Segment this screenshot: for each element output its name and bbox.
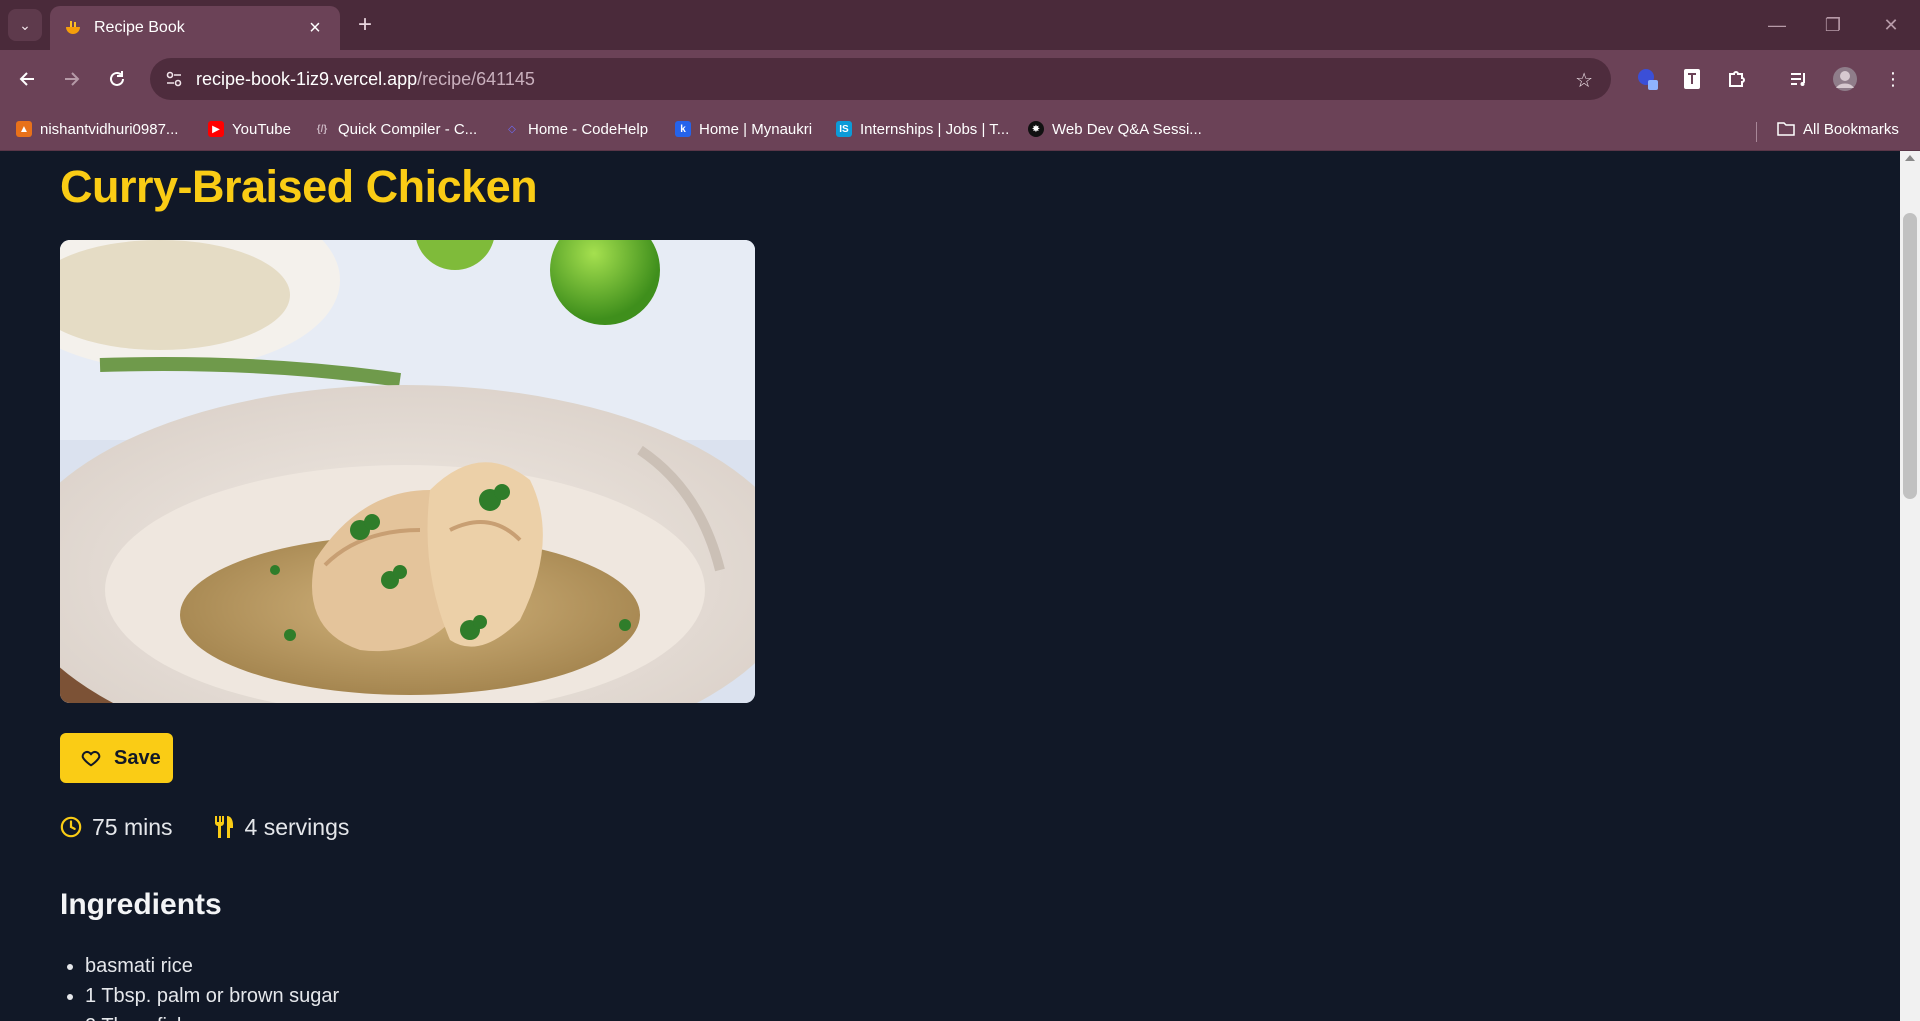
servings-value: 4 servings xyxy=(244,813,350,840)
arrow-right-icon xyxy=(65,72,80,86)
url-text: recipe-book-1iz9.vercel.app/recipe/64114… xyxy=(196,69,535,90)
extension-icon[interactable] xyxy=(1633,64,1663,94)
page-scrollbar[interactable] xyxy=(1900,151,1920,1021)
recipe-book-favicon-icon xyxy=(64,19,82,37)
mynaukri-icon: k xyxy=(675,121,691,137)
recipe-title: Curry-Braised Chicken xyxy=(60,161,538,212)
bookmark-item[interactable]: ◇ Home - CodeHelp xyxy=(504,116,648,142)
bookmark-label: Web Dev Q&A Sessi... xyxy=(1052,120,1202,138)
folder-icon xyxy=(1777,121,1795,137)
bookmarks-bar: ▲ nishantvidhuri0987... ▶ YouTube {/} Qu… xyxy=(0,108,1920,151)
bookmark-item[interactable]: ▲ nishantvidhuri0987... xyxy=(16,116,178,142)
bookmark-label: Quick Compiler - C... xyxy=(338,120,478,138)
bookmarks-divider xyxy=(1756,122,1757,142)
forward-button[interactable] xyxy=(57,64,87,94)
recipe-meta: 75 mins 4 servings xyxy=(60,812,389,842)
save-button[interactable]: Save xyxy=(60,733,173,783)
clock-icon xyxy=(60,816,82,838)
close-window-icon[interactable]: ✕ xyxy=(1876,12,1906,38)
tab-title: Recipe Book xyxy=(94,19,185,36)
text-extension-icon[interactable] xyxy=(1677,64,1707,94)
all-bookmarks-label: All Bookmarks xyxy=(1803,120,1899,138)
back-button[interactable] xyxy=(12,64,42,94)
bookmark-item[interactable]: ▶ YouTube xyxy=(208,116,291,142)
restore-icon[interactable]: ❐ xyxy=(1818,12,1848,38)
cook-time-value: 75 mins xyxy=(92,813,173,840)
servings: 4 servings xyxy=(213,813,350,841)
new-tab-button[interactable]: + xyxy=(352,11,378,38)
recipe-image xyxy=(60,240,755,703)
openai-icon: ✸ xyxy=(1028,121,1044,137)
bookmark-label: Internships | Jobs | T... xyxy=(860,120,1010,138)
reload-icon xyxy=(110,71,124,86)
internshala-icon: IS xyxy=(836,121,852,137)
chevron-down-icon: ⌄ xyxy=(19,16,31,33)
url-path: /recipe/641145 xyxy=(417,68,535,89)
bookmark-star-icon[interactable]: ☆ xyxy=(1575,68,1593,93)
bookmark-label: nishantvidhuri0987... xyxy=(40,120,179,138)
cook-time: 75 mins xyxy=(60,814,173,841)
tab-search-button[interactable]: ⌄ xyxy=(8,9,42,41)
tab-recipe-book[interactable]: Recipe Book × xyxy=(50,6,340,50)
address-bar[interactable]: recipe-book-1iz9.vercel.app/recipe/64114… xyxy=(150,58,1611,100)
scroll-up-arrow-icon[interactable] xyxy=(1905,155,1915,161)
utensils-icon xyxy=(214,816,233,838)
page-content: Curry-Braised Chicken Save 75 mins 4 ser… xyxy=(0,151,1900,1021)
puzzle-extensions-icon[interactable] xyxy=(1722,64,1752,94)
browser-toolbar: recipe-book-1iz9.vercel.app/recipe/64114… xyxy=(0,50,1920,108)
url-host: recipe-book-1iz9.vercel.app xyxy=(196,68,418,89)
bookmark-label: YouTube xyxy=(232,120,291,138)
bookmark-label: Home - CodeHelp xyxy=(528,120,649,138)
minimize-icon[interactable]: — xyxy=(1762,12,1792,38)
codehelp-icon: ◇ xyxy=(508,123,516,135)
bookmark-label: Home | Mynaukri xyxy=(699,120,813,138)
list-item: 2 Tbsp. fish xyxy=(85,1011,339,1021)
bookmark-item[interactable]: ✸ Web Dev Q&A Sessi... xyxy=(1028,116,1202,142)
reload-button[interactable] xyxy=(102,64,132,94)
list-item: basmati rice xyxy=(85,951,339,981)
tab-strip: ⌄ Recipe Book × + — ❐ ✕ xyxy=(0,0,1920,50)
bookmark-item[interactable]: {/} Quick Compiler - C... xyxy=(314,116,477,142)
close-tab-icon[interactable]: × xyxy=(304,17,326,39)
save-label: Save xyxy=(114,746,161,769)
heart-icon xyxy=(81,750,101,767)
bookmark-item[interactable]: k Home | Mynaukri xyxy=(675,116,812,142)
bookmark-favicon-icon: ▲ xyxy=(16,121,32,137)
site-info-icon[interactable] xyxy=(154,58,194,100)
ingredients-list: basmati rice 1 Tbsp. palm or brown sugar… xyxy=(85,951,339,1021)
ingredients-heading: Ingredients xyxy=(60,888,222,921)
youtube-icon: ▶ xyxy=(208,121,224,137)
all-bookmarks-button[interactable]: All Bookmarks xyxy=(1777,116,1899,142)
profile-avatar[interactable] xyxy=(1830,64,1860,94)
media-controls-icon[interactable] xyxy=(1784,64,1814,94)
kebab-menu-icon[interactable]: ⋮ xyxy=(1878,64,1908,94)
bookmark-item[interactable]: IS Internships | Jobs | T... xyxy=(836,116,1009,142)
code-bracket-icon: {/} xyxy=(316,123,328,135)
arrow-left-icon xyxy=(19,72,34,86)
scrollbar-thumb[interactable] xyxy=(1903,213,1917,499)
list-item: 1 Tbsp. palm or brown sugar xyxy=(85,981,339,1011)
